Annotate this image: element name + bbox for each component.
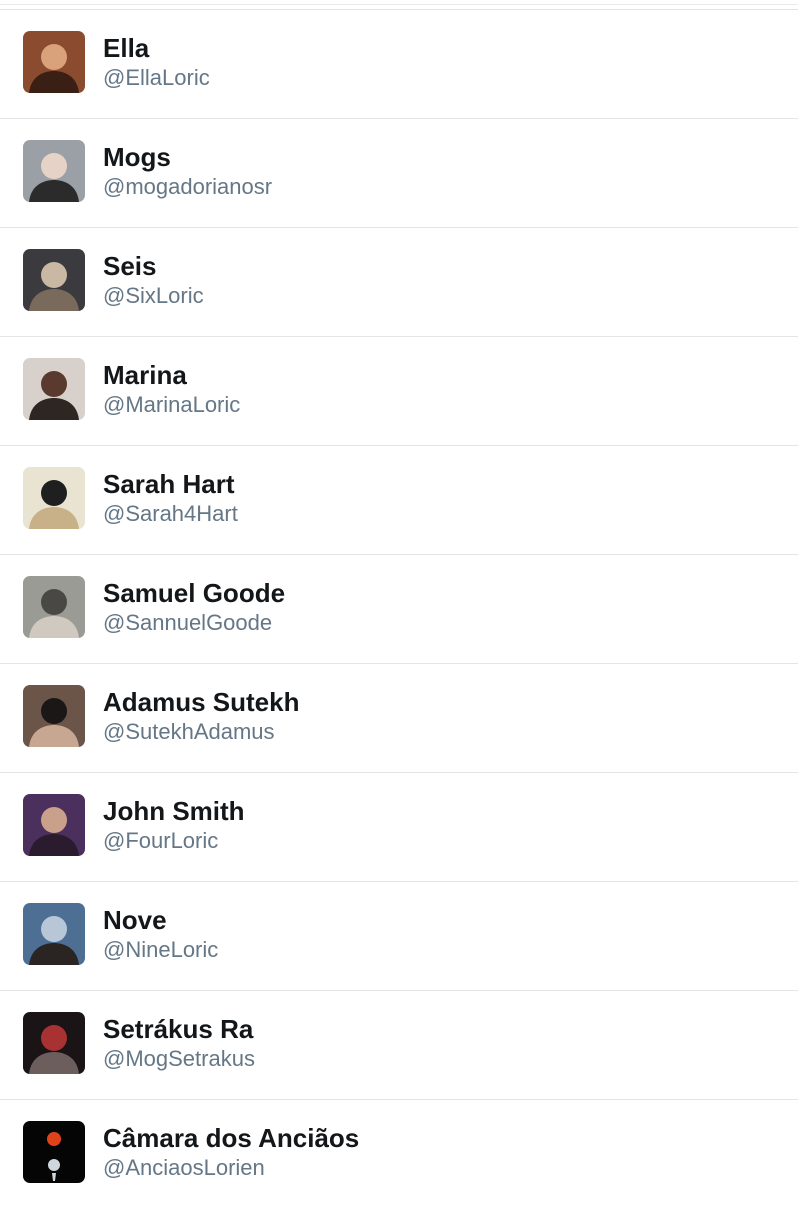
avatar[interactable] (23, 1012, 85, 1074)
avatar[interactable] (23, 140, 85, 202)
avatar[interactable] (23, 249, 85, 311)
user-handle: @SannuelGoode (103, 610, 273, 635)
user-handle: @NineLoric (103, 937, 219, 962)
user-list-item[interactable]: Ella @EllaLoric (0, 10, 798, 119)
avatar[interactable] (23, 903, 85, 965)
user-display-name: Adamus Sutekh (103, 687, 300, 717)
user-list-item[interactable]: Nove @NineLoric (0, 882, 798, 991)
user-list-item[interactable]: Sarah Hart @Sarah4Hart (0, 446, 798, 555)
user-list-item[interactable]: Setrákus Ra @MogSetrakus (0, 991, 798, 1100)
avatar[interactable] (23, 31, 85, 93)
avatar-photo (23, 794, 85, 856)
avatar-photo (23, 903, 85, 965)
avatar-photo (23, 31, 85, 93)
avatar[interactable] (23, 467, 85, 529)
avatar[interactable] (23, 685, 85, 747)
user-list-item[interactable]: Adamus Sutekh @SutekhAdamus (0, 664, 798, 773)
avatar-photo (23, 140, 85, 202)
user-display-name: Sarah Hart (103, 469, 235, 499)
avatar-emblem (23, 1121, 85, 1183)
user-handle: @MarinaLoric (103, 392, 241, 417)
user-display-name: Setrákus Ra (103, 1014, 254, 1044)
user-list-item[interactable]: Samuel Goode @SannuelGoode (0, 555, 798, 664)
user-display-name: Seis (103, 251, 157, 281)
user-handle: @FourLoric (103, 828, 219, 853)
user-list-item[interactable]: Câmara dos Anciãos @AnciaosLorien (0, 1100, 798, 1209)
user-display-name: Mogs (103, 142, 171, 172)
avatar[interactable] (23, 794, 85, 856)
user-display-name: Nove (103, 905, 167, 935)
user-handle: @MogSetrakus (103, 1046, 255, 1071)
avatar-photo (23, 1012, 85, 1074)
avatar-photo (23, 576, 85, 638)
user-handle: @AnciaosLorien (103, 1155, 265, 1180)
avatar[interactable] (23, 1121, 85, 1183)
user-handle: @SutekhAdamus (103, 719, 275, 744)
user-display-name: Samuel Goode (103, 578, 286, 608)
avatar-photo (23, 467, 85, 529)
user-handle: @EllaLoric (103, 65, 210, 90)
user-list-item[interactable]: John Smith @FourLoric (0, 773, 798, 882)
user-handle: @SixLoric (103, 283, 204, 308)
user-display-name: Ella (103, 33, 150, 63)
user-list-item[interactable]: Marina @MarinaLoric (0, 337, 798, 446)
user-list-item[interactable]: Mogs @mogadorianosr (0, 119, 798, 228)
user-list: Ella @EllaLoric Mogs @mogadorianosr Seis… (0, 10, 798, 1209)
avatar[interactable] (23, 576, 85, 638)
user-display-name: John Smith (103, 796, 245, 826)
avatar[interactable] (23, 358, 85, 420)
user-handle: @mogadorianosr (103, 174, 273, 199)
user-display-name: Marina (103, 360, 187, 390)
user-list-item[interactable]: Seis @SixLoric (0, 228, 798, 337)
avatar-photo (23, 685, 85, 747)
avatar-photo (23, 249, 85, 311)
avatar-photo (23, 358, 85, 420)
user-handle: @Sarah4Hart (103, 501, 238, 526)
user-display-name: Câmara dos Anciãos (103, 1123, 360, 1153)
top-divider (0, 0, 798, 10)
